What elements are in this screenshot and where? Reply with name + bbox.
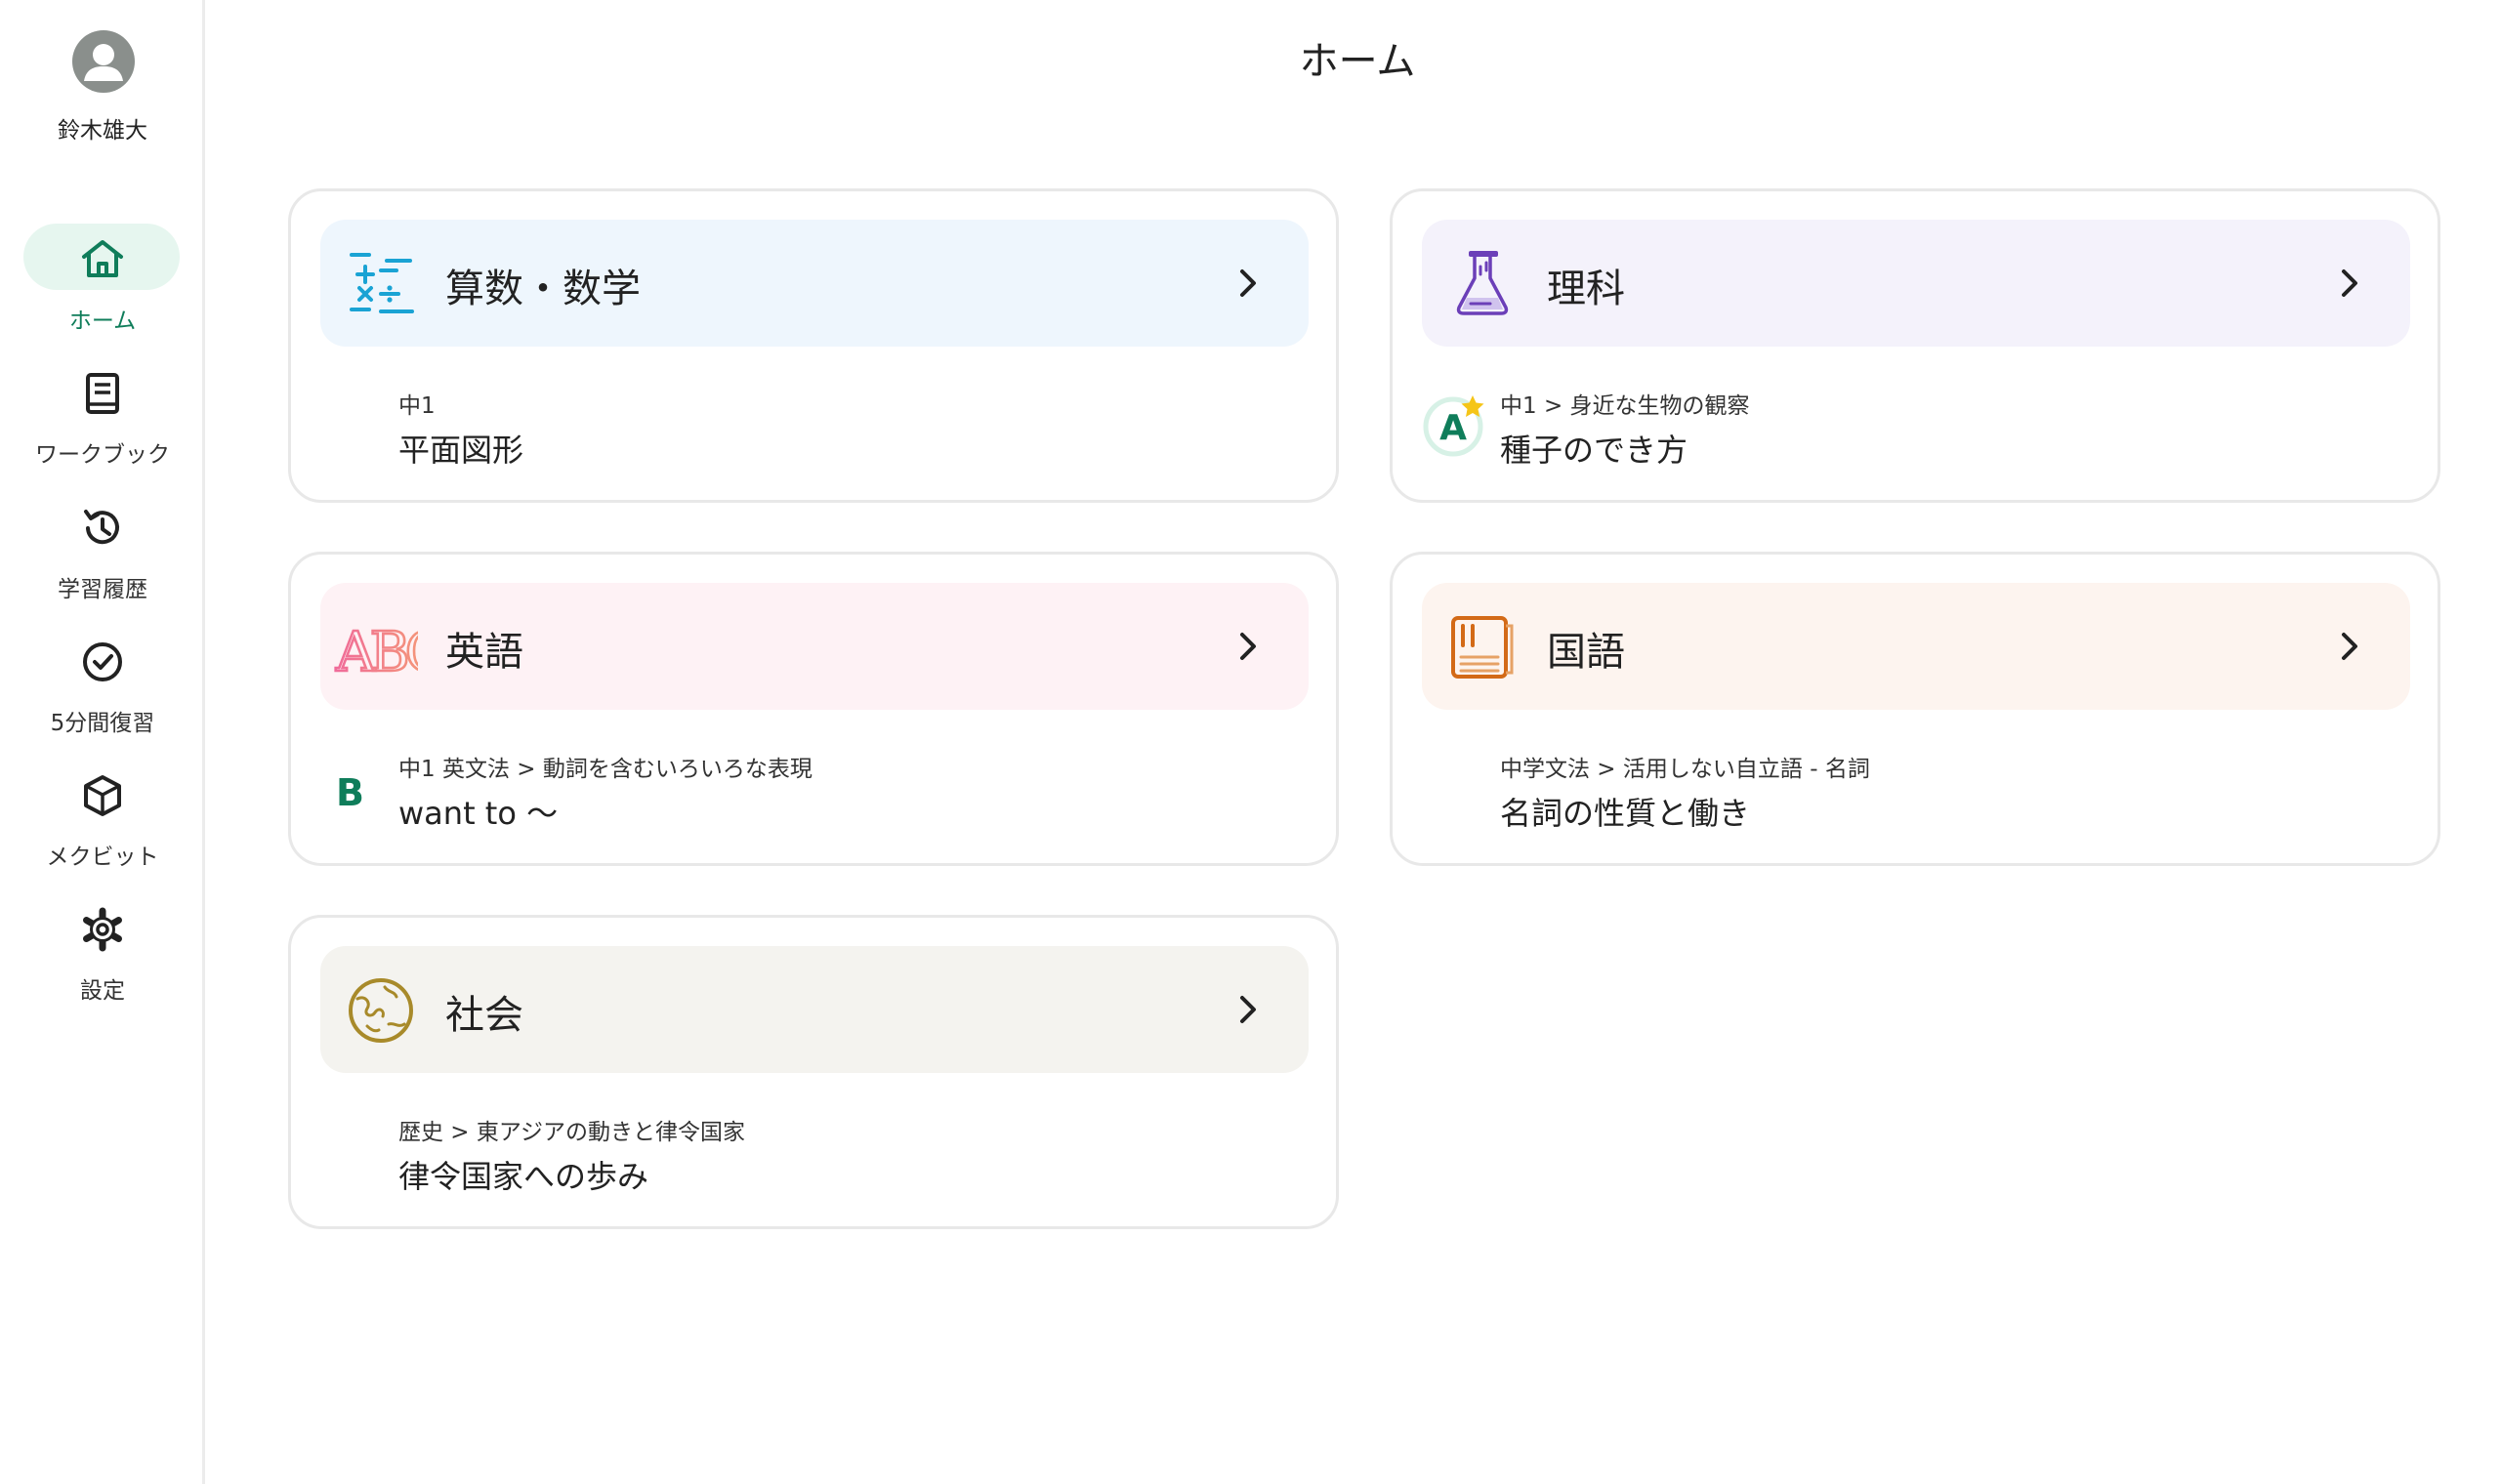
user-name: 鈴木雄大 <box>58 118 147 144</box>
sidebar-item-settings[interactable]: 設定 <box>0 893 205 1010</box>
lesson-breadcrumb: 中学文法 > 活用しない自立語 - 名詞 <box>1500 757 1870 782</box>
subject-card-english: ABC 英語 B 中1 英文法 > 動詞を含むいろいろな表現 want to 〜 <box>288 552 1339 866</box>
sidebar-item-home[interactable]: ホーム <box>0 224 205 341</box>
subject-title: 英語 <box>445 630 523 675</box>
globe-icon <box>346 975 416 1046</box>
lesson-breadcrumb: 歴史 > 東アジアの動きと律令国家 <box>398 1120 745 1145</box>
user-icon <box>84 44 123 81</box>
app-root: 鈴木雄大 ホーム ワークブック 学習履歴 5分間復習 メクビット 設定 ホーム … <box>0 0 2500 1484</box>
page-title: ホーム <box>1299 39 1416 84</box>
svg-text:ABC: ABC <box>335 621 418 682</box>
subject-header-japanese[interactable]: 国語 <box>1422 583 2410 710</box>
cube-icon <box>78 771 127 820</box>
subject-card-math: 算数・数学 中1 平面図形 <box>288 188 1339 503</box>
sidebar-item-label: 学習履歴 <box>58 577 147 602</box>
lesson-breadcrumb: 中1 英文法 > 動詞を含むいろいろな表現 <box>398 757 812 782</box>
subject-title: 社会 <box>445 993 523 1038</box>
lesson-title[interactable]: 律令国家への歩み <box>398 1152 648 1197</box>
gear-icon <box>78 905 127 954</box>
abc-icon: ABC <box>334 612 418 682</box>
chevron-right-icon <box>1230 627 1266 666</box>
lesson-title[interactable]: 種子のでき方 <box>1500 426 1688 471</box>
japanese-book-icon <box>1447 612 1518 682</box>
subject-card-science: 理科 A 中1 > 身近な生物の観察 種子のでき方 <box>1390 188 2440 503</box>
avatar[interactable] <box>72 30 135 93</box>
flask-icon <box>1447 249 1518 319</box>
chevron-right-icon <box>1230 264 1266 303</box>
chevron-right-icon <box>2332 627 2367 666</box>
sidebar: 鈴木雄大 ホーム ワークブック 学習履歴 5分間復習 メクビット 設定 <box>0 0 205 1484</box>
subject-title: 国語 <box>1547 630 1625 675</box>
check-circle-icon <box>78 638 127 686</box>
grade-letter: A <box>1439 408 1467 448</box>
book-icon <box>78 369 127 418</box>
chevron-right-icon <box>2332 264 2367 303</box>
sidebar-item-label: 5分間復習 <box>50 711 155 736</box>
lesson-title[interactable]: 名詞の性質と働き <box>1500 789 1750 834</box>
subject-header-social[interactable]: 社会 <box>320 946 1309 1073</box>
subject-title: 理科 <box>1547 267 1625 311</box>
sidebar-item-label: ホーム <box>68 309 137 334</box>
sidebar-item-workbook[interactable]: ワークブック <box>0 357 205 474</box>
subject-header-english[interactable]: ABC 英語 <box>320 583 1309 710</box>
sidebar-item-history[interactable]: 学習履歴 <box>0 492 205 609</box>
chevron-right-icon <box>1230 990 1266 1029</box>
grade-a-badge: A <box>1422 392 1488 458</box>
sidebar-item-review[interactable]: 5分間復習 <box>0 626 205 743</box>
lesson-breadcrumb: 中1 > 身近な生物の観察 <box>1500 393 1750 419</box>
subject-card-japanese: 国語 中学文法 > 活用しない自立語 - 名詞 名詞の性質と働き <box>1390 552 2440 866</box>
subject-title: 算数・数学 <box>445 267 641 311</box>
subject-header-science[interactable]: 理科 <box>1422 220 2410 347</box>
subject-header-math[interactable]: 算数・数学 <box>320 220 1309 347</box>
lesson-title[interactable]: want to 〜 <box>398 789 558 834</box>
sidebar-item-mekubit[interactable]: メクビット <box>0 760 205 877</box>
grade-b-badge: B <box>336 771 364 814</box>
lesson-breadcrumb: 中1 <box>398 393 436 419</box>
history-icon <box>78 504 127 553</box>
sidebar-item-label: ワークブック <box>35 442 170 468</box>
math-symbols-icon <box>346 249 416 319</box>
home-icon <box>78 235 127 284</box>
sidebar-item-label: 設定 <box>80 978 125 1004</box>
subject-card-social: 社会 歴史 > 東アジアの動きと律令国家 律令国家への歩み <box>288 915 1339 1229</box>
lesson-title[interactable]: 平面図形 <box>398 426 523 471</box>
sidebar-item-label: メクビット <box>46 845 159 870</box>
